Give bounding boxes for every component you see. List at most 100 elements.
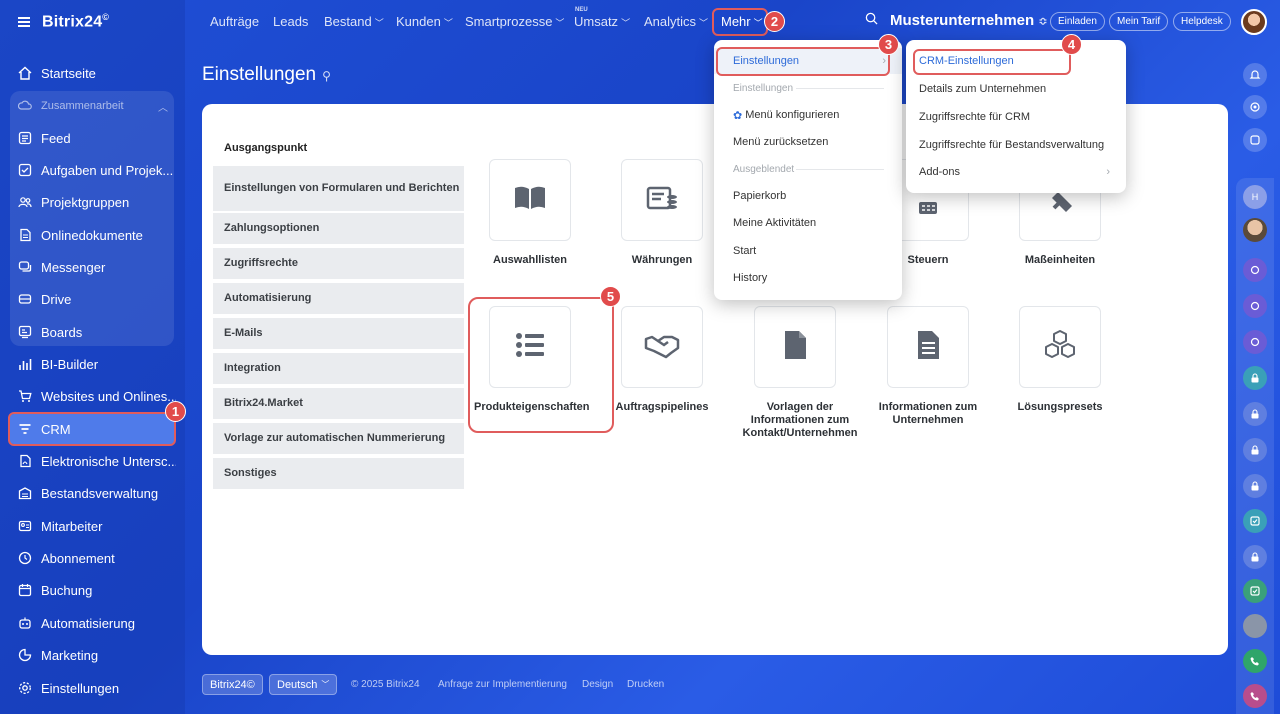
- dropdown-item-configure-menu[interactable]: ✿ Menü konfigurieren: [714, 102, 902, 128]
- settings-menu-other[interactable]: Sonstiges: [213, 458, 464, 489]
- chevron-down-icon: ﹀: [555, 18, 565, 28]
- employee-icon: [18, 519, 32, 533]
- lock-icon[interactable]: [1243, 402, 1267, 426]
- settings-menu-automation[interactable]: Automatisierung: [213, 283, 464, 314]
- settings-menu-payment-options[interactable]: Zahlungsoptionen: [213, 213, 464, 244]
- drive-icon: [18, 292, 32, 306]
- cart-icon: [18, 389, 32, 403]
- search-icon[interactable]: [865, 12, 878, 28]
- chevron-up-icon[interactable]: ︿: [158, 99, 168, 114]
- sidebar-item-drive[interactable]: Drive: [8, 284, 176, 314]
- settings-menu-numbering-template[interactable]: Vorlage zur automatischen Nummerierung: [213, 423, 464, 454]
- hamburger-menu-icon[interactable]: [18, 17, 30, 27]
- sidebar-item-tasks[interactable]: Aufgaben und Projek...: [8, 155, 176, 185]
- inventory-icon: [18, 486, 32, 500]
- submenu-item-inventory-access-rights[interactable]: Zugriffsrechte für Bestandsverwaltung: [906, 132, 1126, 158]
- dropdown-item-reset-menu[interactable]: Menü zurücksetzen: [714, 129, 902, 155]
- dropdown-item-my-activities[interactable]: Meine Aktivitäten: [714, 210, 902, 236]
- sidebar-item-label: Buchung: [41, 582, 93, 598]
- tile-currencies[interactable]: [621, 159, 703, 241]
- tile-company-info[interactable]: [887, 306, 969, 388]
- settings-menu-access-rights[interactable]: Zugriffsrechte: [213, 248, 464, 279]
- user-avatar[interactable]: [1241, 9, 1267, 35]
- nav-item-customers[interactable]: Kunden ﹀: [396, 14, 453, 29]
- invite-button[interactable]: Einladen: [1050, 12, 1105, 31]
- chat-icon[interactable]: [1243, 258, 1267, 282]
- subscription-icon: [18, 551, 32, 565]
- chat-icon[interactable]: [1243, 294, 1267, 318]
- pulse-icon[interactable]: [1243, 95, 1267, 119]
- tile-contact-templates[interactable]: [754, 306, 836, 388]
- lock-icon[interactable]: [1243, 366, 1267, 390]
- nav-item-leads[interactable]: Leads: [273, 14, 308, 29]
- nav-item-inventory[interactable]: Bestand ﹀: [324, 14, 384, 29]
- sidebar-item-marketing[interactable]: Marketing: [8, 640, 176, 670]
- sidebar-item-label: Zusammenarbeit: [41, 100, 124, 112]
- user-avatar-h[interactable]: H: [1243, 185, 1267, 209]
- settings-menu-forms-reports[interactable]: Einstellungen von Formularen und Bericht…: [213, 166, 464, 211]
- dropdown-separator: [796, 169, 884, 170]
- nav-item-analytics[interactable]: Analytics ﹀: [644, 14, 708, 29]
- bell-icon[interactable]: [1243, 63, 1267, 87]
- sidebar-item-inventory[interactable]: Bestandsverwaltung: [8, 478, 176, 508]
- settings-menu-emails[interactable]: E-Mails: [213, 318, 464, 349]
- nav-item-smart-processes[interactable]: Smartprozesse ﹀: [465, 14, 564, 29]
- robot-icon: [18, 616, 32, 630]
- sidebar-item-boards[interactable]: Boards: [8, 317, 176, 347]
- lock-icon[interactable]: [1243, 438, 1267, 462]
- sidebar-item-home[interactable]: Startseite: [8, 58, 176, 88]
- settings-menu-market[interactable]: Bitrix24.Market: [213, 388, 464, 419]
- sidebar-item-settings[interactable]: Einstellungen: [8, 673, 176, 703]
- footer-link-design[interactable]: Design: [582, 679, 613, 690]
- pin-icon[interactable]: ⚲: [322, 69, 331, 83]
- footer-link-print[interactable]: Drucken: [627, 679, 664, 690]
- submenu-item-company-details[interactable]: Details zum Unternehmen: [906, 76, 1126, 102]
- sidebar-item-label: Marketing: [41, 647, 99, 663]
- sidebar-item-bi-builder[interactable]: BI-Builder: [8, 349, 176, 379]
- highlight-settings-item: [716, 47, 890, 76]
- dropdown-item-trash[interactable]: Papierkorb: [714, 183, 902, 209]
- switch-icon[interactable]: ≎: [1038, 16, 1047, 28]
- settings-menu-integration[interactable]: Integration: [213, 353, 464, 384]
- footer-link-implementation[interactable]: Anfrage zur Implementierung: [438, 679, 567, 690]
- nav-item-revenue[interactable]: Umsatz ﹀: [574, 14, 630, 29]
- sidebar-item-collaboration[interactable]: Zusammenarbeit ︿: [8, 91, 176, 121]
- user-avatar-small[interactable]: [1243, 218, 1267, 242]
- chart-icon: [18, 357, 32, 371]
- nav-item-orders[interactable]: Aufträge: [210, 14, 259, 29]
- language-selector[interactable]: Deutsch ﹀: [269, 674, 338, 695]
- tile-selection-lists[interactable]: [489, 159, 571, 241]
- sidebar-item-online-docs[interactable]: Onlinedokumente: [8, 220, 176, 250]
- my-plan-button[interactable]: Mein Tarif: [1109, 12, 1169, 31]
- lock-icon[interactable]: [1243, 474, 1267, 498]
- sidebar-item-feed[interactable]: Feed: [8, 123, 176, 153]
- sidebar-item-project-groups[interactable]: Projektgruppen: [8, 187, 176, 217]
- sidebar-item-booking[interactable]: Buchung: [8, 575, 176, 605]
- user-avatar-small[interactable]: [1243, 614, 1267, 638]
- tile-label: Währungen: [631, 254, 693, 266]
- sidebar-item-websites[interactable]: Websites und Onlines...: [8, 381, 176, 411]
- submenu-item-crm-access-rights[interactable]: Zugriffsrechte für CRM: [906, 104, 1126, 130]
- checkbox-icon[interactable]: [1243, 509, 1267, 533]
- footer-logo-button[interactable]: Bitrix24©: [202, 674, 263, 695]
- submenu-item-add-ons[interactable]: Add-ons ›: [906, 159, 1126, 185]
- sidebar-item-automation[interactable]: Automatisierung: [8, 608, 176, 638]
- phone-icon[interactable]: [1243, 684, 1267, 708]
- tile-solution-presets[interactable]: [1019, 306, 1101, 388]
- lock-icon[interactable]: [1243, 545, 1267, 569]
- phone-icon[interactable]: [1243, 649, 1267, 673]
- dropdown-item-start[interactable]: Start: [714, 238, 902, 264]
- helpdesk-button[interactable]: Helpdesk: [1173, 12, 1231, 31]
- company-name[interactable]: Musterunternehmen ≎: [890, 12, 1048, 29]
- copilot-icon[interactable]: [1243, 128, 1267, 152]
- tile-label: Auswahllisten: [493, 254, 567, 266]
- sidebar-item-employees[interactable]: Mitarbeiter: [8, 511, 176, 541]
- dropdown-item-history[interactable]: History: [714, 265, 902, 291]
- tile-order-pipelines[interactable]: [621, 306, 703, 388]
- sidebar-item-e-signature[interactable]: Elektronische Untersc...: [8, 446, 176, 476]
- chat-icon[interactable]: [1243, 330, 1267, 354]
- sidebar-item-messenger[interactable]: Messenger: [8, 252, 176, 282]
- checkbox-icon[interactable]: [1243, 579, 1267, 603]
- sidebar-item-subscription[interactable]: Abonnement: [8, 543, 176, 573]
- app-logo[interactable]: Bitrix24©: [42, 12, 109, 31]
